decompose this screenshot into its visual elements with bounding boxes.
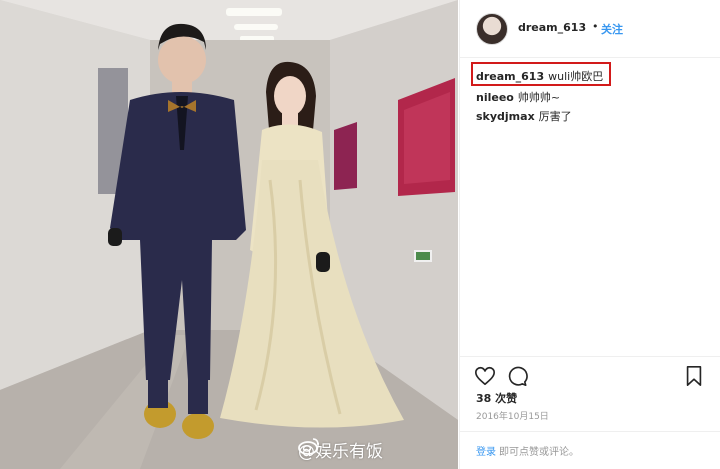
bookmark-icon[interactable] xyxy=(683,365,705,387)
avatar[interactable] xyxy=(476,13,508,45)
post-photo: @娱乐有饭 xyxy=(0,0,458,469)
comment-text: wuli帅欧巴 xyxy=(548,70,604,83)
login-bar: 登录 即可点赞或评论。 xyxy=(460,431,720,469)
login-prompt: 即可点赞或评论。 xyxy=(499,447,579,458)
weibo-icon xyxy=(298,438,319,455)
instagram-post-view: @娱乐有饭 dream_613 • 关注 dream_613 wuli帅欧巴 ni… xyxy=(0,0,720,469)
photo-scene xyxy=(0,0,458,469)
comment-username[interactable]: dream_613 xyxy=(476,70,544,83)
comment-item: dream_613 wuli帅欧巴 xyxy=(476,68,603,84)
comment-item: skydjmax 厉害了 xyxy=(476,108,572,124)
comment-icon[interactable] xyxy=(506,365,528,387)
post-side-panel: dream_613 • 关注 dream_613 wuli帅欧巴 nileeo 帅帅… xyxy=(459,0,720,469)
like-count[interactable]: 38 次赞 xyxy=(476,390,517,406)
post-header: dream_613 • 关注 xyxy=(460,0,720,58)
comment-item: nileeo 帅帅帅~ xyxy=(476,89,560,105)
post-date: 2016年10月15日 xyxy=(476,412,549,422)
post-username[interactable]: dream_613 xyxy=(518,21,586,34)
heart-icon[interactable] xyxy=(474,365,496,387)
comment-text: 帅帅帅~ xyxy=(517,91,561,104)
comment-username[interactable]: skydjmax xyxy=(476,110,535,123)
comment-text: 厉害了 xyxy=(538,110,572,123)
separator-dot: • xyxy=(592,20,599,33)
login-link[interactable]: 登录 xyxy=(476,443,496,458)
comment-username[interactable]: nileeo xyxy=(476,91,514,104)
weibo-watermark: @娱乐有饭 xyxy=(298,437,383,462)
follow-button[interactable]: 关注 xyxy=(601,21,623,37)
